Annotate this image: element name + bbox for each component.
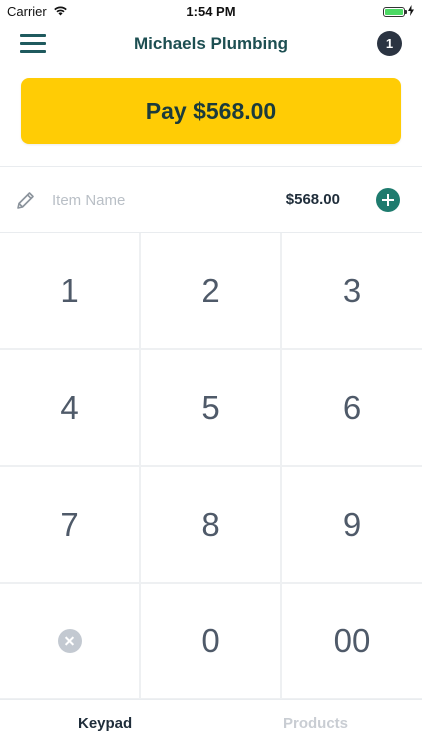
- add-item-button[interactable]: [376, 188, 400, 212]
- status-right: [383, 4, 414, 19]
- key-5[interactable]: 5: [141, 350, 282, 467]
- clear-icon: [57, 629, 82, 653]
- key-00[interactable]: 00: [282, 584, 422, 700]
- keypad: 1 2 3 4 5 6 7 8 9 0 00: [0, 232, 422, 700]
- tab-products[interactable]: Products: [283, 715, 348, 732]
- pay-button[interactable]: Pay $568.00: [21, 78, 401, 144]
- key-7[interactable]: 7: [0, 467, 141, 584]
- key-2[interactable]: 2: [141, 233, 282, 350]
- cart-count-badge[interactable]: 1: [377, 31, 402, 56]
- key-1[interactable]: 1: [0, 233, 141, 350]
- tab-keypad[interactable]: Keypad: [78, 715, 132, 732]
- item-name-input[interactable]: [52, 189, 242, 211]
- page-title: Michaels Plumbing: [134, 34, 288, 53]
- pencil-icon: [15, 189, 37, 211]
- item-amount: $568.00: [285, 191, 340, 208]
- key-6[interactable]: 6: [282, 350, 422, 467]
- key-3[interactable]: 3: [282, 233, 422, 350]
- item-row: $568.00: [0, 167, 422, 233]
- status-bar: Carrier 1:54 PM: [0, 0, 422, 22]
- battery-icon: [383, 6, 407, 17]
- key-0[interactable]: 0: [141, 584, 282, 700]
- charging-icon: [408, 4, 414, 19]
- app-screen: Carrier 1:54 PM Michaels Plumbing 1 Pay …: [0, 0, 422, 750]
- key-9[interactable]: 9: [282, 467, 422, 584]
- tab-bar: Keypad Products: [0, 699, 422, 750]
- key-8[interactable]: 8: [141, 467, 282, 584]
- status-time: 1:54 PM: [186, 4, 236, 19]
- key-clear[interactable]: [0, 584, 141, 700]
- key-4[interactable]: 4: [0, 350, 141, 467]
- header: Michaels Plumbing 1: [0, 22, 422, 66]
